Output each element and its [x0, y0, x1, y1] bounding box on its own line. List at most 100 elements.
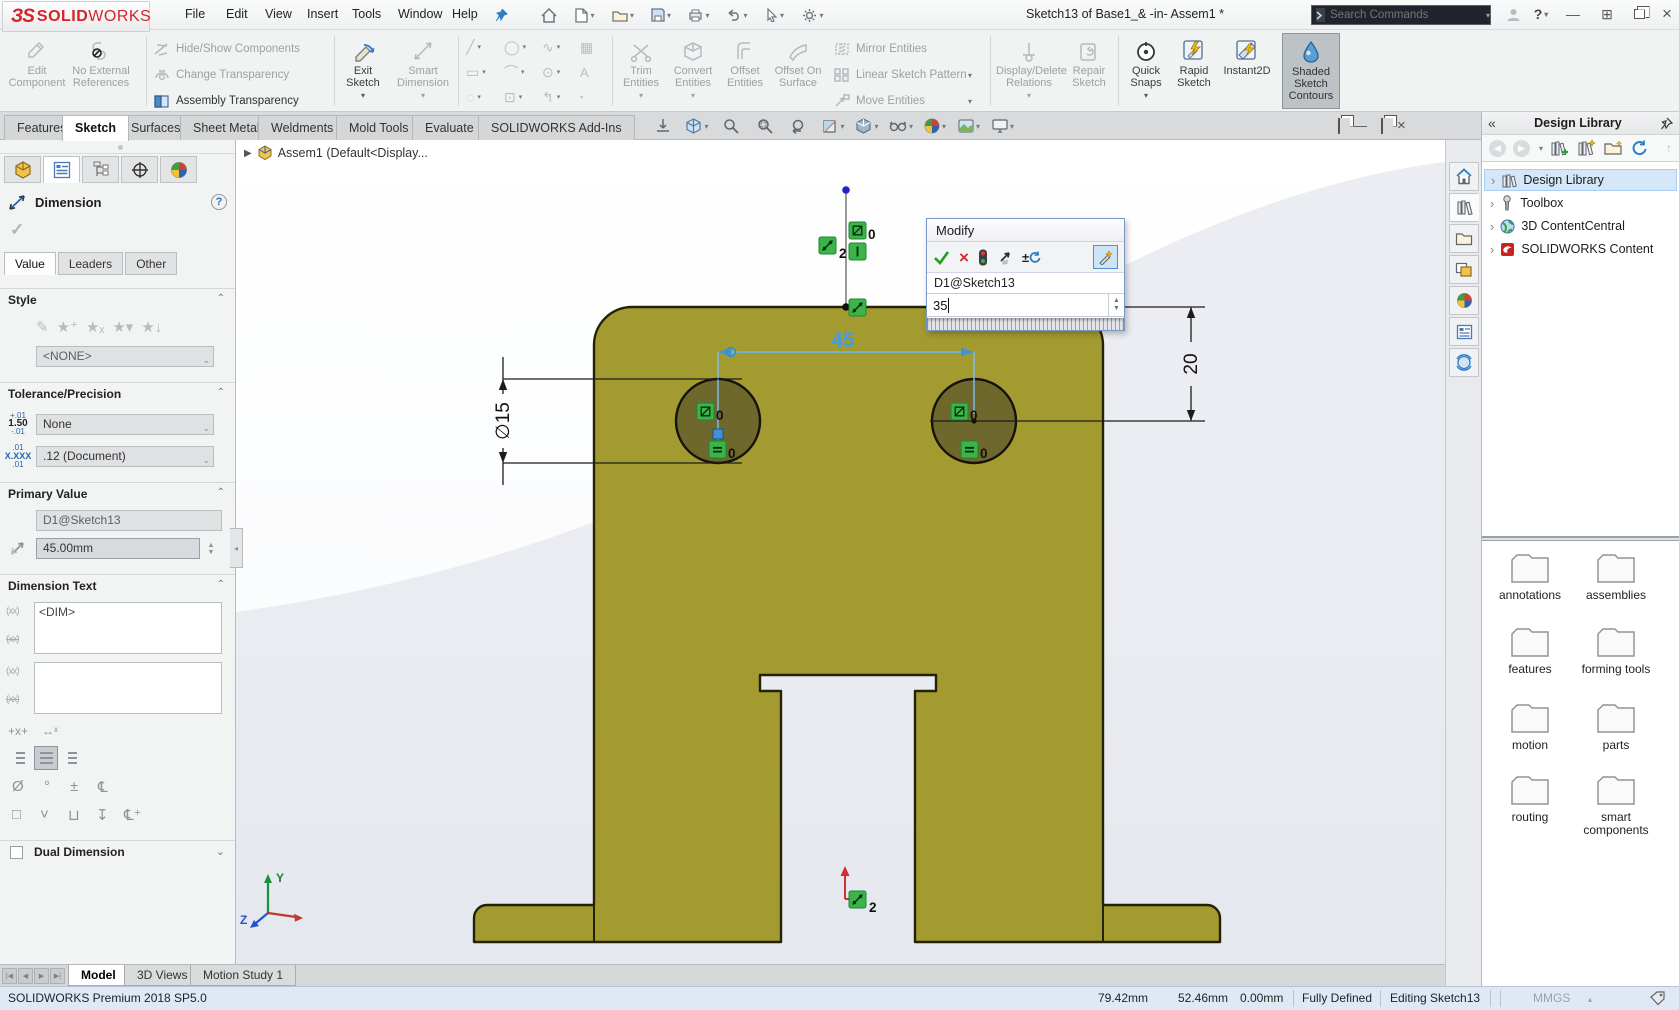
tree-item-design-library[interactable]: › Design Library: [1484, 169, 1677, 191]
pin-menubar-icon[interactable]: [486, 4, 516, 26]
offset-text-icon[interactable]: ↔ˣ: [42, 724, 58, 738]
options-gear-button[interactable]: ▾: [798, 4, 828, 26]
menu-help[interactable]: Help: [443, 0, 487, 29]
dual-dimension-section[interactable]: Dual Dimension ⌄: [0, 840, 235, 862]
forward-icon[interactable]: ▶: [1513, 140, 1530, 157]
tab-view-palette[interactable]: [1449, 255, 1479, 284]
dimension-text-section-header[interactable]: Dimension Text⌃: [0, 574, 235, 596]
tab-solidworks-add-ins[interactable]: SOLIDWORKS Add-Ins: [478, 115, 635, 140]
exit-sketch-button[interactable]: Exit Sketch ▾: [340, 33, 386, 109]
dimension-text-area-2[interactable]: [34, 662, 222, 714]
justify-right-button[interactable]: [60, 746, 84, 770]
ellipse-tool-button[interactable]: ⊙▾: [542, 61, 576, 83]
swap-arrows-icon[interactable]: [8, 538, 28, 558]
folder-smart-components[interactable]: smart components: [1578, 772, 1654, 837]
menu-insert[interactable]: Insert: [298, 0, 347, 29]
pm-help-icon[interactable]: ?: [211, 194, 227, 210]
more-symbols-button[interactable]: ℄⁺: [124, 806, 142, 824]
modify-value-input[interactable]: 35: [927, 294, 1108, 316]
home-button[interactable]: [534, 4, 564, 26]
pm-subtab-leaders[interactable]: Leaders: [58, 252, 123, 275]
dimension-20-text[interactable]: 20: [1181, 353, 1202, 374]
primary-value-section-header[interactable]: Primary Value⌃: [0, 482, 235, 504]
apply-scene-icon[interactable]: ▾: [954, 114, 984, 138]
status-units[interactable]: MMGS: [1533, 991, 1570, 1005]
tab-appearances-scenes[interactable]: [1449, 286, 1479, 315]
delete-style-icon[interactable]: ★ₓ: [86, 318, 104, 336]
edit-appearance-icon[interactable]: ▾: [920, 114, 950, 138]
relation-equal-right[interactable]: [961, 441, 978, 458]
previous-view-icon[interactable]: [784, 114, 814, 138]
folder-assemblies[interactable]: assemblies: [1578, 550, 1654, 602]
up-level-icon[interactable]: ↑: [1666, 141, 1672, 155]
doc-window-icon[interactable]: [1338, 119, 1340, 133]
folder-annotations[interactable]: annotations: [1492, 550, 1568, 602]
no-external-references-button[interactable]: No External References: [70, 33, 132, 109]
tree-expand-icon[interactable]: ▶: [244, 148, 252, 159]
pm-subtab-value[interactable]: Value: [4, 252, 56, 275]
degree-symbol-button[interactable]: °: [44, 778, 50, 795]
create-folder-icon[interactable]: [1604, 140, 1624, 156]
expand-button[interactable]: ⊞: [1594, 3, 1620, 25]
checkmark-symbol-button[interactable]: ˅: [40, 806, 49, 823]
restore-button[interactable]: [1626, 3, 1652, 25]
relation-diameter-top[interactable]: [849, 222, 866, 239]
pm-subtab-other[interactable]: Other: [125, 252, 177, 275]
doc-restore-icon[interactable]: [1381, 119, 1383, 133]
pane-splitter[interactable]: [1482, 536, 1679, 541]
plane-tool-button[interactable]: ▪: [580, 86, 614, 108]
relation-vertical[interactable]: [849, 243, 866, 260]
convert-entities-button[interactable]: Convert Entities ▾: [668, 33, 718, 109]
assembly-transparency-button[interactable]: Assembly Transparency: [152, 90, 337, 112]
modify-dialog-title[interactable]: Modify: [927, 219, 1124, 242]
primary-value-name-field[interactable]: D1@Sketch13: [36, 510, 222, 531]
sketch-canvas[interactable]: 45 ∅15 20: [236, 140, 1445, 964]
doc-close-icon[interactable]: ×: [1397, 117, 1406, 134]
menu-view[interactable]: View: [256, 0, 301, 29]
shaded-sketch-contours-button[interactable]: Shaded Sketch Contours: [1282, 33, 1340, 109]
pm-tab-propertymanager[interactable]: [43, 156, 80, 183]
view-settings-icon[interactable]: ▾: [852, 114, 882, 138]
mark-for-drawing-button[interactable]: [1093, 245, 1118, 269]
scroll-last-icon[interactable]: ▶|: [50, 968, 65, 984]
rectangle-tool-button[interactable]: ▭▾: [466, 61, 500, 83]
tab-evaluate[interactable]: Evaluate: [412, 115, 487, 140]
tab-file-explorer[interactable]: [1449, 224, 1479, 253]
tab-mold-tools[interactable]: Mold Tools: [336, 115, 422, 140]
arc-tool-button[interactable]: ⌒▾: [504, 61, 538, 83]
value-spinner[interactable]: ▲▼: [204, 538, 218, 560]
depth-symbol-button[interactable]: ↧: [96, 806, 109, 824]
pm-tab-featuremanager[interactable]: [4, 156, 41, 183]
instant2d-button[interactable]: Instant2D: [1222, 33, 1272, 109]
spline-tool-button[interactable]: ∿▾: [542, 36, 576, 58]
load-style-icon[interactable]: ★↓: [141, 318, 162, 336]
centerline-top-point[interactable]: [842, 186, 850, 194]
zoom-fit-icon[interactable]: [716, 114, 746, 138]
style-dropdown[interactable]: <NONE>⌄: [36, 346, 214, 367]
reverse-direction-icon[interactable]: [997, 249, 1013, 265]
open-button[interactable]: ▾: [608, 4, 638, 26]
quick-snaps-button[interactable]: Quick Snaps ▾: [1124, 33, 1168, 109]
back-icon[interactable]: ◀: [1489, 140, 1506, 157]
folder-motion[interactable]: motion: [1492, 700, 1568, 752]
scroll-prev-icon[interactable]: ◀: [18, 968, 33, 984]
add-file-location-icon[interactable]: [1577, 139, 1597, 157]
pattern-dropdown-icon[interactable]: ▾: [966, 64, 980, 86]
justify-center-button[interactable]: [34, 746, 58, 770]
modify-dimension-name[interactable]: D1@Sketch13: [927, 273, 1124, 294]
add-to-library-icon[interactable]: [1550, 139, 1570, 157]
tag-icon[interactable]: [1650, 991, 1666, 1006]
relation-diameter-left[interactable]: [697, 403, 714, 420]
close-button[interactable]: ×: [1654, 3, 1679, 25]
units-dropdown-icon[interactable]: ▴: [1588, 995, 1592, 1004]
graphics-area[interactable]: 45 ∅15 20: [236, 140, 1445, 964]
center-text-icon[interactable]: +x+: [8, 724, 28, 738]
folder-forming-tools[interactable]: forming tools: [1578, 624, 1654, 676]
style-section-header[interactable]: Style⌃: [0, 288, 235, 310]
modify-dialog[interactable]: Modify × ± D1@Sketch13 35 ▲▼: [926, 218, 1125, 331]
doc-minimize-icon[interactable]: —: [1354, 118, 1367, 133]
slot-tool-button[interactable]: ◌▾: [466, 86, 500, 108]
reset-increment-icon[interactable]: ±: [1022, 250, 1041, 265]
tab-custom-properties[interactable]: [1449, 317, 1479, 346]
tree-item-toolbox[interactable]: › Toolbox: [1484, 192, 1677, 214]
